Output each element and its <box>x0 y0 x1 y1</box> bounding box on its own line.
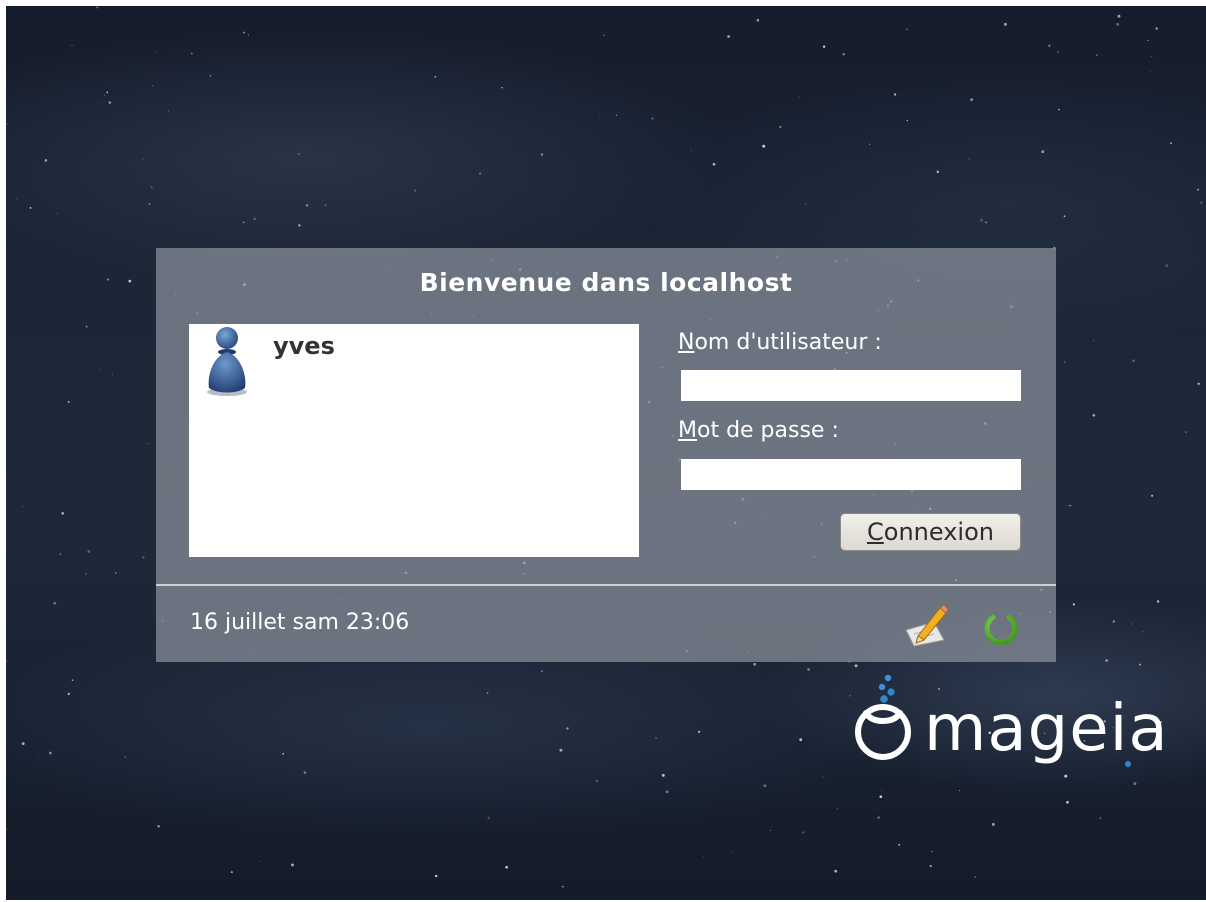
login-screen: Bienvenue dans localhost yves Nom d'util… <box>6 6 1206 900</box>
login-panel: Bienvenue dans localhost yves Nom d'util… <box>156 248 1056 662</box>
welcome-title: Bienvenue dans localhost <box>419 268 793 297</box>
connect-button[interactable]: Connexion <box>840 513 1021 551</box>
mageia-cauldron-icon <box>855 674 911 760</box>
date-time: 16 juillet sam 23:06 <box>190 610 410 635</box>
power-icon[interactable] <box>980 607 1022 649</box>
user-entry[interactable]: yves <box>203 326 623 398</box>
user-name: yves <box>273 332 335 360</box>
password-label: Mot de passe : <box>678 418 839 443</box>
mageia-logo: mageia <box>855 674 1169 767</box>
pencil-paper-icon[interactable] <box>904 602 950 648</box>
username-label: Nom d'utilisateur : <box>678 330 882 355</box>
logo-text: mageia <box>924 692 1169 766</box>
panel-divider <box>156 584 1056 586</box>
username-input[interactable] <box>681 370 1021 401</box>
user-avatar-icon <box>207 327 247 396</box>
password-input[interactable] <box>681 459 1021 490</box>
user-list[interactable]: yves <box>189 324 639 557</box>
